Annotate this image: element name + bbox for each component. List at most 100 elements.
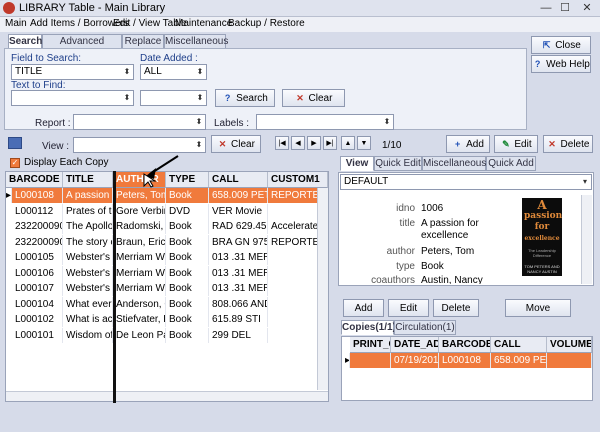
row-pointer-icon: ▸ [6, 188, 12, 203]
nav-first-button[interactable]: |◀ [275, 136, 289, 150]
updown-icon: ⬍ [123, 93, 131, 102]
copies-header-volume[interactable]: VOLUME [547, 337, 592, 353]
date-added-select[interactable]: ALL ⬍ [140, 64, 207, 80]
table-row[interactable]: L000101 Wisdom of De Leon Pa Book 299 DEL [6, 327, 328, 343]
copy-cell [350, 353, 391, 368]
report-label: Report : [35, 118, 71, 129]
add-button[interactable]: + Add [446, 135, 490, 153]
table-cell: Peters, Tom [113, 188, 166, 203]
table-row[interactable]: L000112Prates of tGore VerbinsDVDVER Mov… [6, 203, 328, 219]
detail-scrollbar[interactable] [581, 195, 592, 284]
tab-copies[interactable]: Copies(1/1) [341, 320, 396, 335]
table-cell: Book [166, 234, 209, 250]
column-resize-line[interactable] [113, 171, 116, 403]
table-cell: Radomski, K [113, 219, 166, 234]
table-cell: L000108 [12, 188, 63, 203]
column-header-title[interactable]: TITLE [63, 172, 113, 188]
tab-view[interactable]: View [340, 156, 374, 171]
record-view-panel: DEFAULT ▾ idno 1006 title A passion for e… [338, 172, 594, 286]
view-template-select[interactable]: DEFAULT ▾ [340, 174, 592, 190]
table-row[interactable]: L000105 Webster's Merriam We Book 013 .31 ME… [6, 250, 328, 265]
table-cell: 013 .31 MER [209, 250, 268, 265]
tab-replace[interactable]: Replace [122, 34, 164, 49]
updown-icon: ⬍ [195, 140, 203, 149]
text-to-find-input[interactable]: ⬍ [11, 90, 134, 106]
table-cell: Wisdom of [63, 327, 113, 343]
tab-circulation[interactable]: Circulation(1) [394, 320, 456, 335]
chevron-down-icon: ▾ [582, 177, 587, 186]
table-row[interactable]: L000104What everAnderson, CBook808.066 A… [6, 296, 328, 312]
coauthors-value: Austin, Nancy [421, 275, 483, 284]
copy-cell: 658.009 PE [491, 353, 547, 368]
table-row[interactable]: L000108A passion foPeters, TomBook658.00… [6, 188, 328, 203]
column-header-custom1[interactable]: CUSTOM1 [268, 172, 328, 188]
copy-move-button[interactable]: Move [505, 299, 571, 317]
vertical-scrollbar[interactable] [317, 188, 328, 390]
table-cell: Gore Verbins [113, 203, 166, 219]
copy-cell: 07/19/2015 [391, 353, 439, 368]
author-value: Peters, Tom [421, 246, 475, 257]
tab-quick-edit[interactable]: Quick Edit [374, 156, 422, 171]
column-header-barcode[interactable]: BARCODE [6, 172, 63, 188]
date-range-select[interactable]: ⬍ [140, 90, 207, 106]
report-select[interactable]: ⬍ [73, 114, 206, 130]
nav-prev-button[interactable]: ◀ [291, 136, 305, 150]
minimize-button[interactable]: — [538, 1, 554, 15]
table-cell: What is ac [63, 312, 113, 327]
eraser-icon: ✕ [296, 92, 304, 103]
updown-icon: ⬍ [383, 117, 391, 126]
column-header-call[interactable]: CALL [209, 172, 268, 188]
clear-search-button[interactable]: ✕ Clear [282, 89, 345, 107]
title-bar: LIBRARY Table - Main Library — ☐ ✕ [0, 0, 600, 17]
web-help-button[interactable]: ? Web Help [531, 55, 591, 73]
table-row[interactable]: L000106 Webster's Merriam We Book 013 .31 ME… [6, 265, 328, 281]
delete-button[interactable]: ✕ Delete [543, 135, 593, 153]
copy-edit-button[interactable]: Edit [388, 299, 429, 317]
coauthors-label: coauthors [371, 275, 415, 284]
table-cell: Book [166, 250, 209, 265]
table-cell: L000112 [12, 203, 63, 219]
row-pointer-icon: ▸ [342, 353, 350, 368]
maximize-button[interactable]: ☐ [557, 1, 573, 15]
table-cell: Book [166, 219, 209, 234]
copies-header-date-added[interactable]: DATE_ADDI [391, 337, 439, 353]
table-cell: Book [166, 327, 209, 343]
move-up-button[interactable]: ▲ [341, 136, 355, 150]
move-down-button[interactable]: ▼ [357, 136, 371, 150]
tab-search[interactable]: Search [8, 34, 42, 49]
menu-main[interactable]: Main [5, 18, 27, 29]
copies-header-barcode[interactable]: BARCODE [439, 337, 491, 353]
horizontal-scrollbar[interactable] [6, 391, 328, 401]
tab-miscellaneous[interactable]: Miscellaneous [164, 34, 228, 49]
eraser-icon: ✕ [218, 138, 227, 149]
tab-quick-add[interactable]: Quick Add [486, 156, 536, 171]
table-row[interactable]: L000107 Webster's Merriam We Book 013 .31 ME… [6, 281, 328, 296]
copy-delete-button[interactable]: Delete [433, 299, 479, 317]
search-button[interactable]: ? Search [215, 89, 275, 107]
menu-maintenance[interactable]: Maintenance [175, 18, 232, 29]
edit-button[interactable]: ✎ Edit [494, 135, 538, 153]
table-row[interactable]: L000102 What is ac Stiefvater, D Book 615.89… [6, 312, 328, 327]
labels-select[interactable]: ⬍ [256, 114, 394, 130]
copies-row[interactable]: ▸ 07/19/2015 L000108 658.009 PE [342, 353, 592, 368]
view-clear-button[interactable]: ✕ Clear [211, 135, 261, 153]
nav-next-button[interactable]: ▶ [307, 136, 321, 150]
title-value-line1: A passion for [421, 218, 479, 229]
table-row[interactable]: 232200090The ApolloRadomski, KBookRAD 62… [6, 219, 328, 234]
copy-add-button[interactable]: Add [343, 299, 384, 317]
table-row[interactable]: 232200090 The story c Braun, Eric, Book BRA … [6, 234, 328, 250]
display-each-copy-checkbox[interactable]: ✓ [10, 158, 20, 168]
nav-last-button[interactable]: ▶| [323, 136, 337, 150]
table-cell: L000102 [12, 312, 63, 327]
menu-backup-restore[interactable]: Backup / Restore [228, 18, 305, 29]
table-cell: Prates of t [63, 203, 113, 219]
view-select[interactable]: ⬍ [73, 137, 206, 153]
grid-icon[interactable] [8, 137, 22, 149]
close-window-button[interactable]: ✕ [579, 1, 595, 15]
copies-header-call[interactable]: CALL [491, 337, 547, 353]
close-button[interactable]: ⇱ Close [531, 36, 591, 54]
tab-advanced-search[interactable]: Advanced Search [42, 34, 122, 60]
copies-header-print[interactable]: PRINT_C [350, 337, 391, 353]
field-to-search-select[interactable]: TITLE ⬍ [11, 64, 134, 80]
tab-miscellaneous-right[interactable]: Miscellaneous [422, 156, 486, 171]
